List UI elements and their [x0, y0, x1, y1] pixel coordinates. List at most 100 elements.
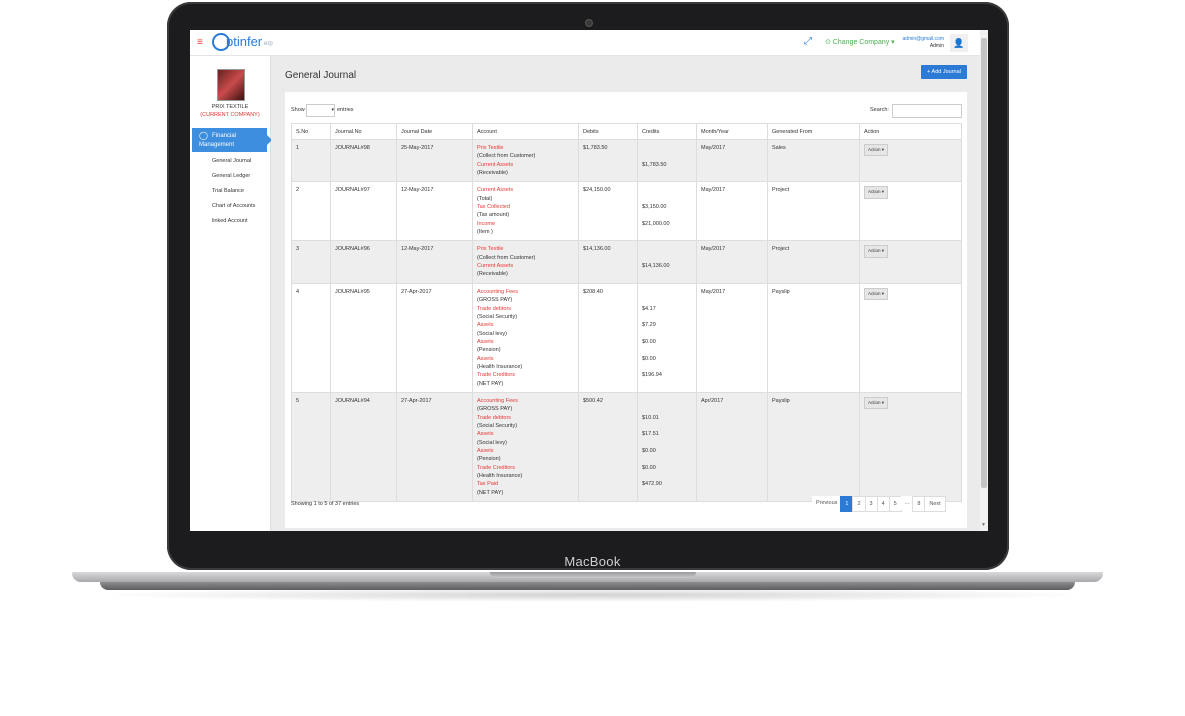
- app-logo[interactable]: ptinfer erp: [212, 33, 282, 53]
- laptop-notch: [490, 572, 696, 578]
- column-header[interactable]: Debits: [578, 123, 638, 140]
- sidebar-item-general-ledger[interactable]: General Ledger: [212, 173, 250, 179]
- cell-credits-line: [642, 186, 692, 194]
- cell-journal-no: JOURNAL#96: [330, 240, 397, 284]
- cell-sno: 3: [291, 240, 331, 284]
- column-header[interactable]: Credits: [637, 123, 697, 140]
- cell-debits-line: [583, 455, 633, 463]
- cell-credits-line: [642, 439, 692, 447]
- column-header[interactable]: Action: [859, 123, 962, 140]
- cell-month-year: May/2017: [696, 181, 768, 242]
- action-dropdown-button[interactable]: Action ▾: [864, 144, 889, 157]
- journal-panel: Show ▾ entries Search: S.No Journal.No J…: [285, 92, 967, 528]
- cell-account-line: Trade Creditors: [477, 372, 516, 379]
- table-info: Showing 1 to 5 of 37 entries: [291, 501, 360, 507]
- cell-debits-line: $14,136.00: [583, 246, 611, 253]
- cell-account-line: (Collect from Customer): [477, 153, 536, 160]
- cell-account-line: (Social Security): [477, 313, 518, 320]
- laptop-shadow: [90, 588, 1095, 602]
- column-header[interactable]: Month/Year: [696, 123, 768, 140]
- cell-generated-from: Payslip: [767, 283, 860, 393]
- cell-account-line: (Tax amount): [477, 212, 510, 219]
- cell-generated-from: Project: [767, 240, 860, 284]
- sidebar-item-financial-management[interactable]: ◯ Financial Management: [192, 128, 272, 152]
- cell-month-year: Apr/2017: [696, 392, 768, 503]
- top-navbar: ≡ ptinfer erp ⤢ ⊙ Change Company ▾ admin…: [190, 30, 980, 56]
- sidebar: PRIX TEXTILE (CURRENT COMPANY) ◯ Financi…: [190, 56, 272, 531]
- cell-debits-line: [583, 422, 633, 430]
- cell-account-line: Prix Textile: [477, 145, 504, 151]
- table-row: 2 JOURNAL#97 12-May-2017 Current Assets (Tot…: [291, 181, 962, 242]
- cell-account-line: Accounting Fees: [477, 288, 518, 295]
- cell-debits-line: [583, 439, 633, 447]
- sidebar-item-chart-of-accounts[interactable]: Chart of Accounts: [212, 203, 255, 209]
- fullscreen-icon[interactable]: ⤢: [804, 36, 812, 47]
- column-header[interactable]: Journal.No: [330, 123, 397, 140]
- hamburger-icon[interactable]: ≡: [197, 37, 203, 48]
- pagination: Previous 1 2 3 4 5 ... 8 Next: [812, 496, 946, 512]
- search-input[interactable]: [892, 104, 962, 118]
- user-avatar-icon[interactable]: 👤: [950, 34, 968, 52]
- cell-debits: $1,783.50: [578, 139, 638, 183]
- cell-generated-from: Payslip: [767, 392, 860, 503]
- cell-journal-date: 12-May-2017: [396, 240, 473, 284]
- cell-credits-line: [642, 346, 692, 354]
- scroll-down-icon[interactable]: ▼: [981, 522, 986, 528]
- cell-debits-line: [583, 489, 633, 497]
- app-screen: ≡ ptinfer erp ⤢ ⊙ Change Company ▾ admin…: [190, 30, 988, 531]
- cell-debits-line: [583, 430, 633, 438]
- cell-account-line: (Collect from Customer): [477, 254, 536, 261]
- pagination-next[interactable]: Next: [924, 496, 946, 512]
- cell-account-line: (Item ): [477, 229, 493, 236]
- cell-sno: 4: [291, 283, 331, 393]
- cell-debits-line: [583, 338, 633, 346]
- cell-journal-no: JOURNAL#94: [330, 392, 397, 503]
- change-company-dropdown[interactable]: ⊙ Change Company ▾: [825, 38, 895, 46]
- action-dropdown-button[interactable]: Action ▾: [864, 287, 889, 301]
- column-header[interactable]: Account: [472, 123, 579, 140]
- scrollbar-thumb[interactable]: [981, 38, 987, 488]
- cell-credits-line: $10.01: [642, 414, 659, 421]
- cell-credits-line: [642, 405, 692, 413]
- cell-debits-line: [583, 355, 633, 363]
- cell-credits-line: [642, 313, 692, 321]
- column-header[interactable]: Journal Date: [396, 123, 473, 140]
- main-content: General Journal + Add Journal Show ▾ ent…: [271, 56, 980, 531]
- table-row: 5 JOURNAL#94 27-Apr-2017 Accounting Fees (GR…: [291, 392, 962, 503]
- action-dropdown-button[interactable]: Action ▾: [864, 245, 889, 258]
- entries-per-page-select[interactable]: ▾: [306, 104, 335, 117]
- cell-debits-line: [583, 228, 633, 236]
- sidebar-item-linked-account[interactable]: linked Account: [212, 218, 247, 224]
- cell-action: Action ▾: [859, 139, 962, 183]
- sidebar-item-general-journal[interactable]: General Journal: [212, 158, 251, 164]
- cell-credits-line: [642, 288, 692, 296]
- action-dropdown-button[interactable]: Action ▾: [864, 396, 889, 410]
- cell-credits-line: [642, 489, 692, 497]
- cell-credits-line: $3,150.00: [642, 204, 667, 211]
- add-journal-button[interactable]: + Add Journal: [921, 65, 967, 79]
- sidebar-item-trial-balance[interactable]: Trial Balance: [212, 188, 244, 194]
- column-header[interactable]: S.No: [291, 123, 331, 140]
- column-header[interactable]: Generated From: [767, 123, 860, 140]
- journal-table: S.No Journal.No Journal Date Account Deb…: [291, 123, 962, 503]
- show-label: Show: [291, 107, 305, 113]
- cell-account-line: (Social levy): [477, 330, 507, 337]
- cell-debits-line: [583, 152, 633, 160]
- user-email[interactable]: admin@gmail.com: [898, 36, 944, 42]
- action-dropdown-button[interactable]: Action ▾: [864, 186, 889, 199]
- cell-generated-from: Project: [767, 181, 860, 242]
- search-label: Search:: [870, 107, 889, 113]
- cell-account-line: Tax Paid: [477, 481, 499, 488]
- cell-journal-no: JOURNAL#95: [330, 283, 397, 393]
- cell-account: Prix Textile (Collect from Customer) Curre…: [472, 240, 579, 284]
- cell-credits-line: $14,136.00: [642, 263, 670, 270]
- cell-debits-line: [583, 380, 633, 388]
- cell-credits-line: $0.00: [642, 338, 656, 345]
- cell-account-line: Current Assets: [477, 187, 514, 194]
- cell-account-line: (Pension): [477, 347, 501, 354]
- cell-credits-line: $17.51: [642, 431, 659, 438]
- pagination-previous[interactable]: Previous: [812, 496, 842, 510]
- cell-account-line: Assets: [477, 448, 494, 454]
- cell-journal-date: 25-May-2017: [396, 139, 473, 183]
- cell-debits-line: $1,783.50: [583, 145, 608, 151]
